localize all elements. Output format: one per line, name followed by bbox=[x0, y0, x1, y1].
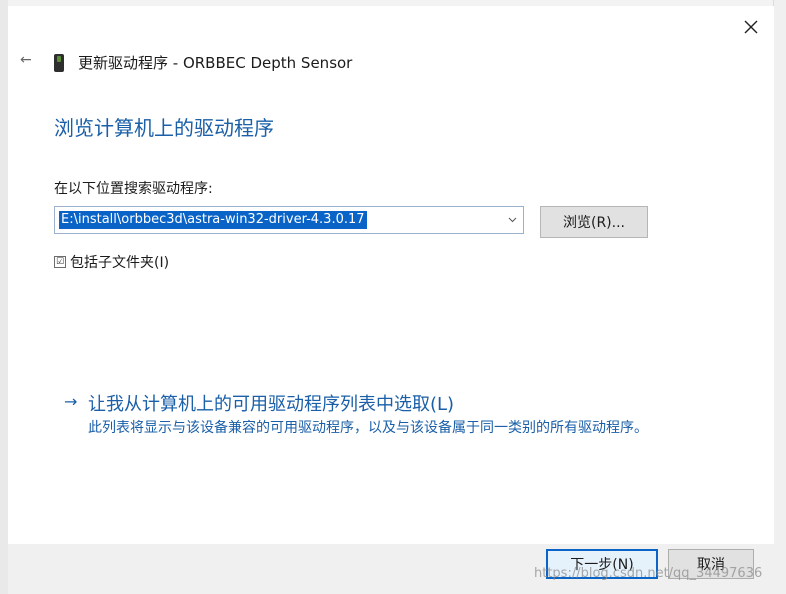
cancel-button[interactable]: 取消 bbox=[668, 549, 754, 579]
close-button[interactable] bbox=[740, 16, 762, 38]
include-subfolders-option[interactable]: ☑ 包括子文件夹(I) bbox=[54, 252, 169, 272]
update-driver-dialog: ← 更新驱动程序 - ORBBEC Depth Sensor 浏览计算机上的驱动… bbox=[8, 6, 774, 594]
browse-button[interactable]: 浏览(R)... bbox=[540, 206, 648, 238]
include-subfolders-checkbox[interactable]: ☑ bbox=[54, 256, 66, 268]
driver-path-combobox[interactable]: E:\install\orbbec3d\astra-win32-driver-4… bbox=[54, 206, 524, 234]
title-bar: 更新驱动程序 - ORBBEC Depth Sensor bbox=[54, 52, 352, 73]
device-icon bbox=[54, 53, 64, 72]
pick-from-list-title[interactable]: 让我从计算机上的可用驱动程序列表中选取(L) bbox=[88, 390, 454, 416]
chevron-down-icon bbox=[508, 217, 516, 223]
next-button[interactable]: 下一步(N) bbox=[546, 549, 658, 579]
back-arrow-button[interactable]: ← bbox=[20, 52, 32, 68]
background-window-left bbox=[0, 0, 8, 594]
dropdown-button[interactable] bbox=[501, 207, 523, 233]
pick-from-list-description: 此列表将显示与该设备兼容的可用驱动程序，以及与该设备属于同一类别的所有驱动程序。 bbox=[88, 420, 648, 436]
close-icon bbox=[744, 20, 758, 34]
driver-path-input[interactable]: E:\install\orbbec3d\astra-win32-driver-4… bbox=[59, 211, 367, 229]
dialog-footer bbox=[8, 544, 774, 594]
page-heading: 浏览计算机上的驱动程序 bbox=[54, 116, 274, 140]
background-window-right bbox=[773, 0, 786, 594]
include-subfolders-label: 包括子文件夹(I) bbox=[70, 255, 170, 271]
arrow-right-icon: → bbox=[64, 392, 78, 411]
search-location-label: 在以下位置搜索驱动程序: bbox=[54, 181, 213, 197]
window-title: 更新驱动程序 - ORBBEC Depth Sensor bbox=[78, 54, 353, 72]
